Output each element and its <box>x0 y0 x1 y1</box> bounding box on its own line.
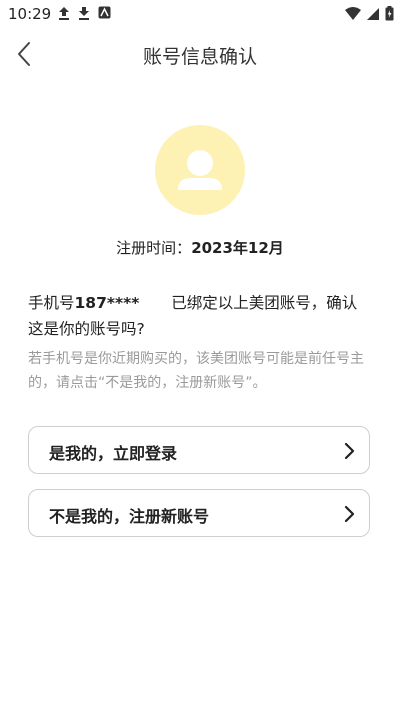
wifi-icon <box>345 6 361 20</box>
hint-text: 若手机号是你近期购买的，该美团账号可能是前任号主的，请点击“不是我的，注册新账号… <box>28 351 364 391</box>
user-avatar-icon <box>178 150 222 190</box>
redacted-area <box>139 297 171 311</box>
confirm-question: 手机号187**** 已绑定以上美团账号，确认这是你的账号吗? <box>28 290 372 342</box>
phone-prefix: 手机号 <box>28 294 75 312</box>
status-bar: 10:29 <box>0 0 400 28</box>
battery-icon <box>385 6 394 21</box>
phone-number: 187**** <box>74 294 140 312</box>
registration-time-value: 2023年12月 <box>191 239 284 257</box>
status-system-icons <box>345 6 394 21</box>
status-time: 10:29 <box>8 5 52 23</box>
chevron-right-icon <box>344 442 355 460</box>
registration-time-label: 注册时间： <box>116 239 192 257</box>
register-new-account-label: 不是我的，注册新账号 <box>49 507 210 526</box>
confirm-login-button[interactable]: 是我的，立即登录 <box>28 426 370 474</box>
signal-icon <box>367 7 379 20</box>
upload-icon <box>59 7 69 20</box>
status-notifications <box>58 6 111 20</box>
registration-time: 注册时间：2023年12月 <box>0 237 400 258</box>
register-new-account-button[interactable]: 不是我的，注册新账号 <box>28 489 370 537</box>
app-notification-icon <box>98 6 111 19</box>
chevron-right-icon <box>344 505 355 523</box>
avatar <box>155 125 245 215</box>
download-icon <box>79 7 89 20</box>
confirm-login-label: 是我的，立即登录 <box>49 444 178 463</box>
navigation-bar: 账号信息确认 <box>0 28 400 80</box>
page-title: 账号信息确认 <box>142 46 257 68</box>
